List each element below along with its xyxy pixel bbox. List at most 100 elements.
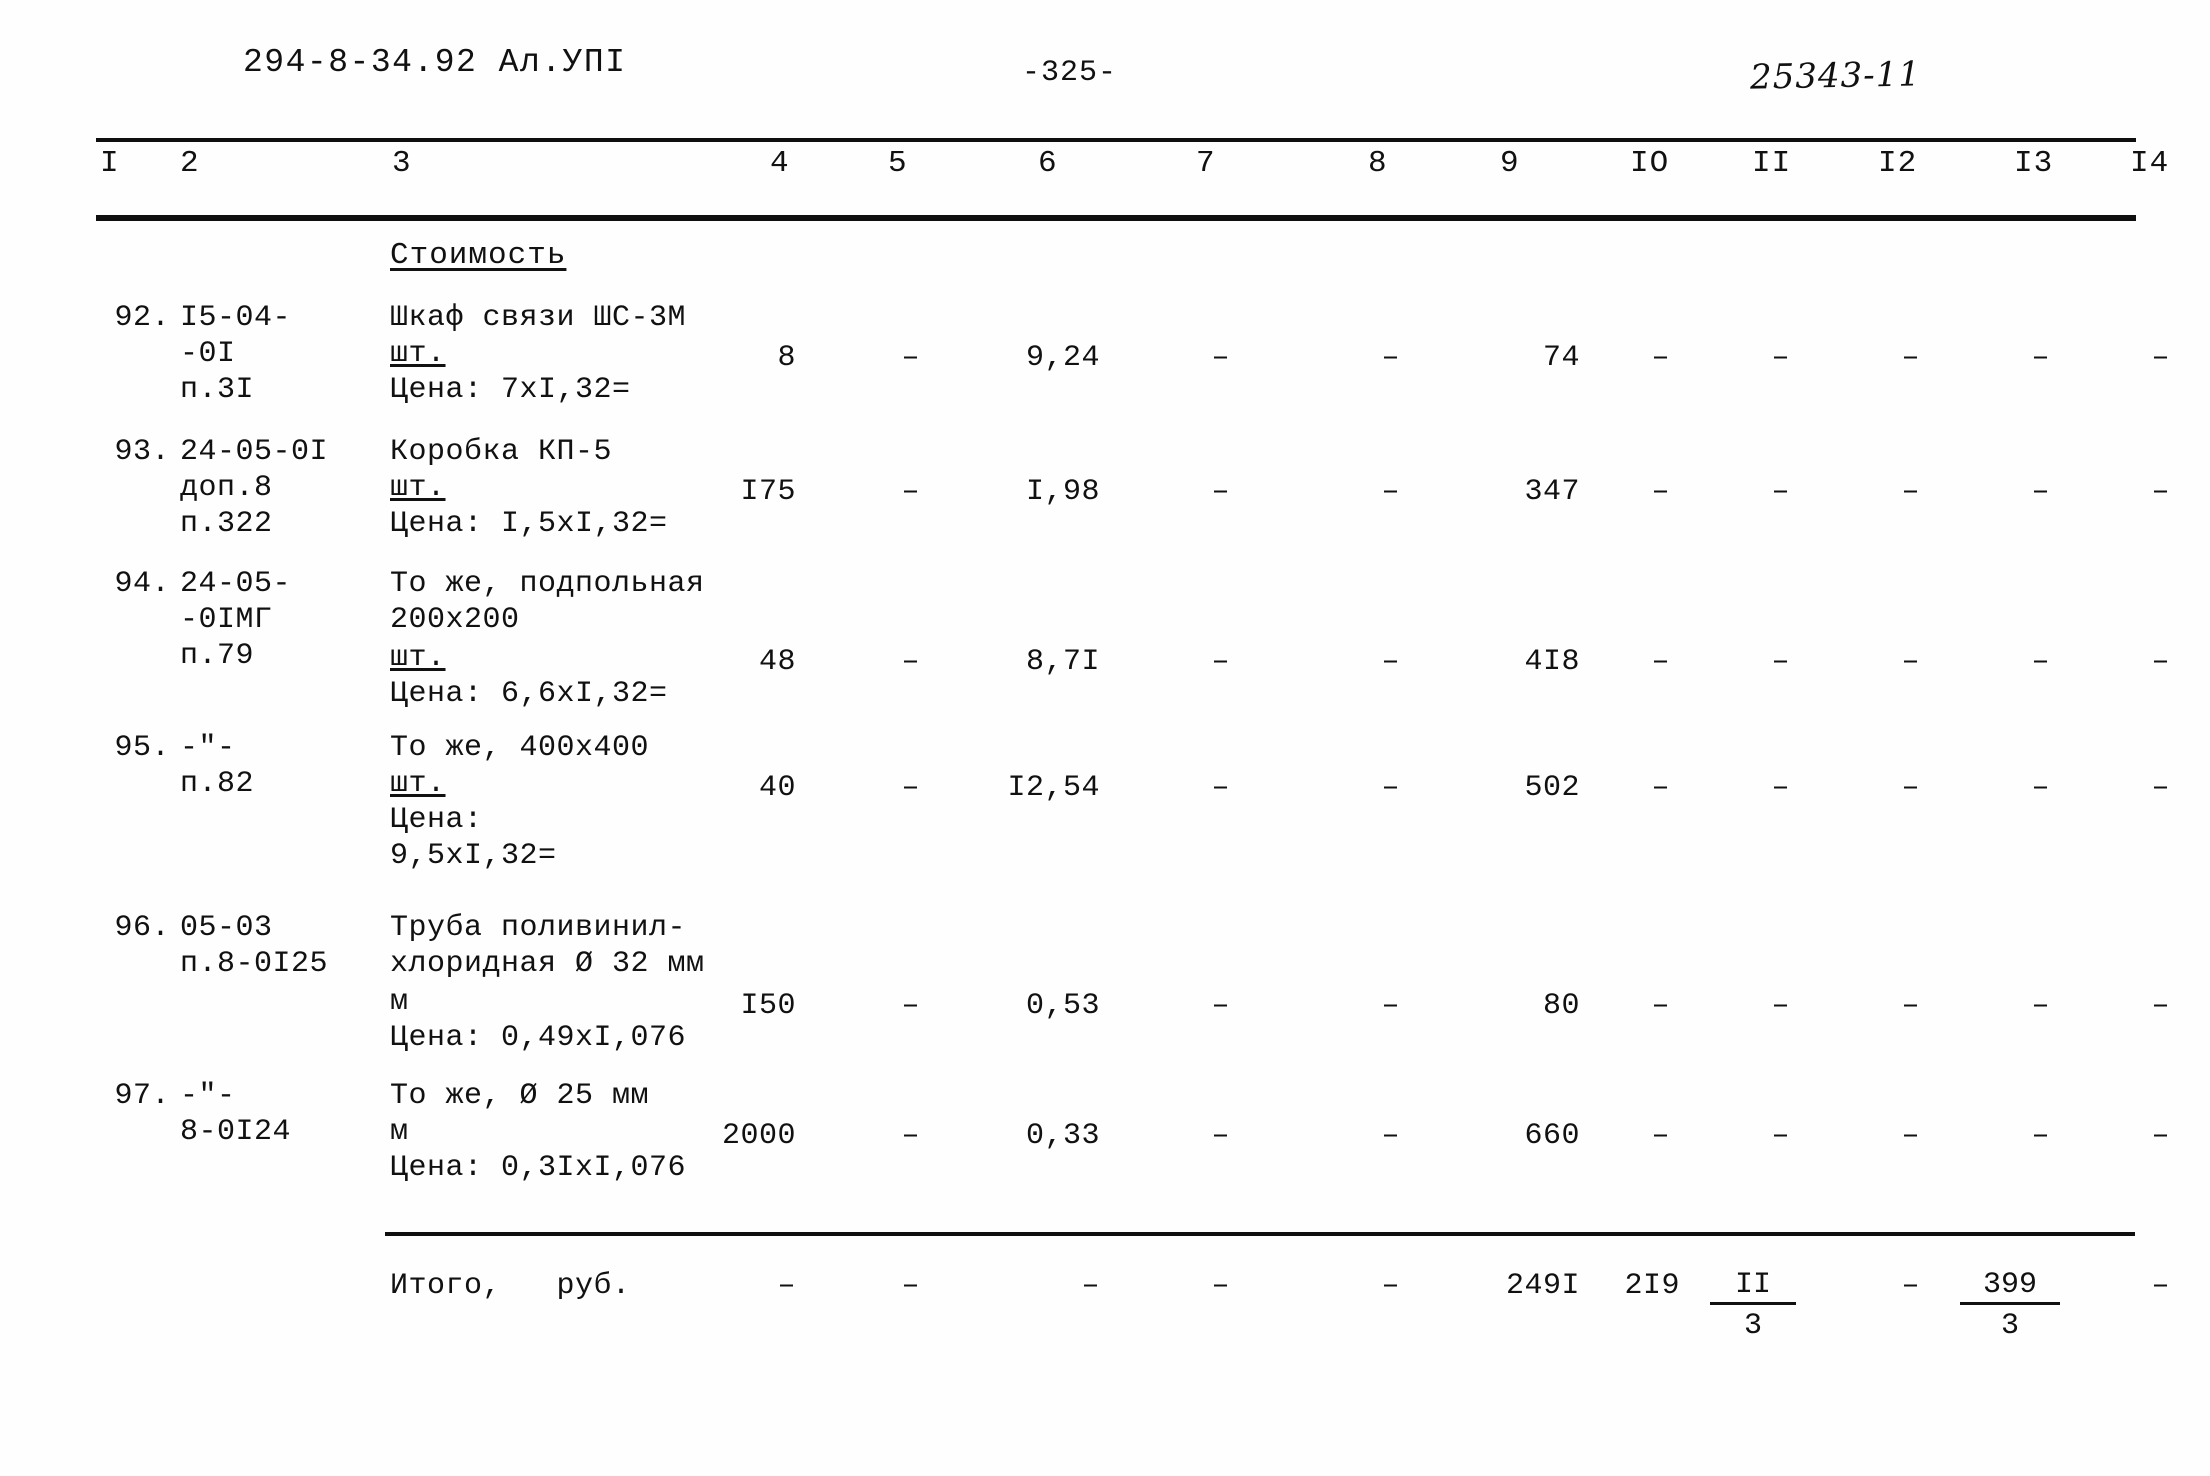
cell-col4: I50: [740, 989, 796, 1023]
row-price: Цена: 0,3IxI,076: [390, 1151, 687, 1185]
cell-col12: –: [1901, 1119, 1920, 1153]
cell-col14: –: [2151, 475, 2170, 509]
total-col6: –: [1081, 1269, 1100, 1303]
cell-col9: 4I8: [1524, 645, 1580, 679]
cell-col7: –: [1211, 771, 1230, 805]
cell-col5: –: [901, 1119, 920, 1153]
cell-col9: 80: [1542, 989, 1580, 1023]
cell-col12: –: [1901, 771, 1920, 805]
total-col9: 249I: [1505, 1269, 1580, 1303]
cell-col13: –: [2031, 341, 2050, 375]
column-header-4: 4: [770, 146, 790, 181]
cell-col10: –: [1651, 989, 1670, 1023]
cell-col8: –: [1381, 771, 1400, 805]
column-header-13: I3: [2014, 146, 2054, 181]
total-col13-numerator: 399: [1960, 1268, 2060, 1305]
total-col11-numerator: II: [1710, 1268, 1796, 1305]
cell-col8: –: [1381, 475, 1400, 509]
row-description: То же, Ø 25 мм: [390, 1079, 650, 1113]
column-header-11: II: [1752, 146, 1792, 181]
row-description: Труба поливинил- хлоридная Ø 32 мм: [390, 911, 705, 981]
row-description: То же, 400x400: [390, 731, 650, 765]
row-price: Цена: I,5xI,32=: [390, 507, 668, 541]
cell-col6: 0,33: [1025, 1119, 1100, 1153]
cell-col14: –: [2151, 989, 2170, 1023]
row-number: 93.: [114, 435, 170, 469]
cell-col9: 502: [1524, 771, 1580, 805]
cell-col4: 48: [758, 645, 796, 679]
row-unit: шт.: [390, 641, 446, 675]
column-header-2: 2: [180, 146, 200, 181]
row-description: Шкаф связи ШС-3М: [390, 301, 687, 335]
cell-col9: 660: [1524, 1119, 1580, 1153]
section-title: Стоимость: [390, 238, 567, 273]
cell-col10: –: [1651, 771, 1670, 805]
cell-col10: –: [1651, 645, 1670, 679]
cell-col14: –: [2151, 1119, 2170, 1153]
cell-col8: –: [1381, 1119, 1400, 1153]
column-header-7: 7: [1196, 146, 1216, 181]
cell-col14: –: [2151, 645, 2170, 679]
cell-col4: 8: [777, 341, 796, 375]
column-header-14: I4: [2130, 146, 2170, 181]
cell-col13: –: [2031, 1119, 2050, 1153]
row-number: 94.: [114, 567, 170, 601]
cell-col7: –: [1211, 341, 1230, 375]
cell-col11: –: [1771, 475, 1790, 509]
row-unit: м: [390, 985, 409, 1019]
cell-col11: –: [1771, 989, 1790, 1023]
total-col10: 2I9: [1624, 1269, 1680, 1303]
cell-col9: 74: [1542, 341, 1580, 375]
row-unit: шт.: [390, 471, 446, 505]
cell-col13: –: [2031, 771, 2050, 805]
row-number: 96.: [114, 911, 170, 945]
document-page: 294-8-34.92 Ал.УПI -325- 25343-11 I 2 3 …: [0, 0, 2210, 1476]
cell-col6: I,98: [1025, 475, 1100, 509]
row-number: 97.: [114, 1079, 170, 1113]
row-code: -"- 8-0I24: [180, 1079, 292, 1149]
sheet-code-handwritten: 25343-11: [1749, 54, 1922, 98]
total-col14: –: [2151, 1269, 2170, 1303]
row-unit: шт.: [390, 337, 446, 371]
column-header-8: 8: [1368, 146, 1388, 181]
cell-col12: –: [1901, 989, 1920, 1023]
cell-col13: –: [2031, 645, 2050, 679]
cell-col5: –: [901, 475, 920, 509]
cell-col10: –: [1651, 341, 1670, 375]
table-header-rule: [96, 215, 2136, 221]
cell-col9: 347: [1524, 475, 1580, 509]
cell-col12: –: [1901, 645, 1920, 679]
cell-col10: –: [1651, 1119, 1670, 1153]
cell-col10: –: [1651, 475, 1670, 509]
cell-col7: –: [1211, 645, 1230, 679]
cell-col6: I2,54: [1007, 771, 1100, 805]
cell-col6: 8,7I: [1025, 645, 1100, 679]
cell-col5: –: [901, 989, 920, 1023]
row-description: То же, подпольная 200x200: [390, 567, 705, 637]
total-col11-fraction: II 3: [1710, 1268, 1796, 1343]
cell-col4: 40: [758, 771, 796, 805]
total-col5: –: [901, 1269, 920, 1303]
cell-col7: –: [1211, 989, 1230, 1023]
cell-col7: –: [1211, 475, 1230, 509]
table-total-rule: [385, 1232, 2135, 1236]
column-header-3: 3: [392, 146, 412, 181]
column-header-9: 9: [1500, 146, 1520, 181]
page-header: 294-8-34.92 Ал.УПI -325- 25343-11: [0, 44, 2210, 98]
cell-col5: –: [901, 645, 920, 679]
row-number: 92.: [114, 301, 170, 335]
row-price: Цена: 6,6xI,32=: [390, 677, 668, 711]
column-header-1: I: [100, 146, 120, 181]
cell-col6: 0,53: [1025, 989, 1100, 1023]
row-price: Цена: 9,5xI,32=: [390, 803, 557, 873]
cell-col8: –: [1381, 341, 1400, 375]
cell-col13: –: [2031, 475, 2050, 509]
total-col7: –: [1211, 1269, 1230, 1303]
cell-col8: –: [1381, 989, 1400, 1023]
total-label: Итого, руб.: [390, 1269, 631, 1303]
cell-col11: –: [1771, 1119, 1790, 1153]
cell-col11: –: [1771, 645, 1790, 679]
total-col4: –: [777, 1269, 796, 1303]
row-code: 24-05-0I доп.8 п.322: [180, 435, 329, 541]
row-code: 05-03 п.8-0I25: [180, 911, 329, 981]
